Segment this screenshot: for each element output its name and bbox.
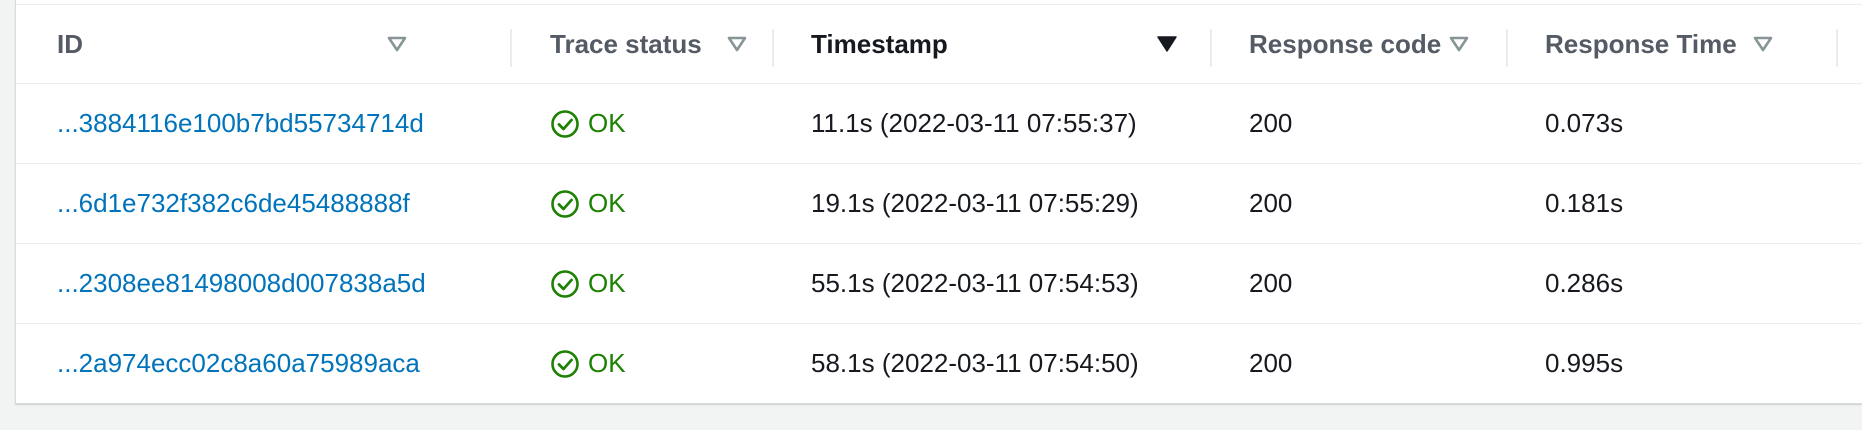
column-header-id-label: ID: [57, 28, 83, 59]
response-code-cell: 200: [1249, 268, 1293, 298]
response-code-cell: 200: [1249, 108, 1293, 138]
trace-id-link[interactable]: ...3884116e100b7bd55734714d: [57, 108, 424, 139]
trace-id-link[interactable]: ...2a974ecc02c8a60a75989aca: [57, 348, 420, 379]
timestamp-cell: 58.1s (2022-03-11 07:54:50): [811, 348, 1139, 378]
column-divider[interactable]: [1210, 29, 1212, 67]
status-cell: OK: [550, 244, 626, 323]
trace-id-link[interactable]: ...2308ee81498008d007838a5d: [57, 268, 426, 299]
column-divider[interactable]: [1506, 29, 1508, 67]
trace-id-link[interactable]: ...6d1e732f382c6de45488888f: [57, 188, 410, 219]
check-circle-icon: [550, 109, 580, 139]
column-header-trace-status-label: Trace status: [550, 28, 702, 59]
traces-table: ID Trace status Timestamp Response code: [15, 0, 1862, 404]
table-row: ...2308ee81498008d007838a5d OK 55.1s (20…: [16, 244, 1862, 324]
table-row: ...2a974ecc02c8a60a75989aca OK 58.1s (20…: [16, 324, 1862, 403]
column-header-response-time-label: Response Time: [1545, 28, 1737, 59]
column-header-id[interactable]: ID: [57, 5, 83, 83]
column-header-timestamp-label: Timestamp: [811, 28, 948, 59]
sort-trace-status-icon[interactable]: [726, 5, 748, 83]
check-circle-icon: [550, 269, 580, 299]
status-text: OK: [588, 188, 626, 218]
id-cell: ...6d1e732f382c6de45488888f: [57, 164, 410, 243]
sort-id-icon[interactable]: [386, 5, 408, 83]
response-code-cell: 200: [1249, 188, 1293, 218]
response-time-cell: 0.073s: [1545, 108, 1624, 138]
status-cell: OK: [550, 84, 626, 163]
status-cell: OK: [550, 324, 626, 403]
status-text: OK: [588, 108, 626, 138]
table-row: ...3884116e100b7bd55734714d OK 11.1s (20…: [16, 84, 1862, 164]
check-circle-icon: [550, 189, 580, 219]
timestamp-cell: 19.1s (2022-03-11 07:55:29): [811, 188, 1139, 218]
check-circle-icon: [550, 349, 580, 379]
column-header-response-code-label: Response code: [1249, 28, 1442, 59]
column-divider[interactable]: [510, 29, 512, 67]
response-time-cell: 0.181s: [1545, 188, 1624, 218]
table-row: ...6d1e732f382c6de45488888f OK 19.1s (20…: [16, 164, 1862, 244]
id-cell: ...2a974ecc02c8a60a75989aca: [57, 324, 420, 403]
column-divider[interactable]: [1836, 29, 1838, 67]
sort-timestamp-icon[interactable]: [1156, 5, 1178, 83]
sort-response-time-icon[interactable]: [1752, 5, 1774, 83]
response-code-cell: 200: [1249, 348, 1293, 378]
column-header-trace-status[interactable]: Trace status: [550, 5, 702, 83]
status-text: OK: [588, 268, 626, 298]
column-header-response-time[interactable]: Response Time: [1545, 5, 1737, 83]
timestamp-cell: 55.1s (2022-03-11 07:54:53): [811, 268, 1139, 298]
id-cell: ...3884116e100b7bd55734714d: [57, 84, 424, 163]
id-cell: ...2308ee81498008d007838a5d: [57, 244, 426, 323]
table-header: ID Trace status Timestamp Response code: [16, 5, 1862, 84]
timestamp-cell: 11.1s (2022-03-11 07:55:37): [811, 108, 1137, 138]
column-header-response-code[interactable]: Response code: [1249, 5, 1441, 83]
response-time-cell: 0.995s: [1545, 348, 1624, 378]
sort-response-code-icon[interactable]: [1448, 5, 1470, 83]
status-cell: OK: [550, 164, 626, 243]
status-text: OK: [588, 348, 626, 378]
column-divider[interactable]: [772, 29, 774, 67]
response-time-cell: 0.286s: [1545, 268, 1624, 298]
column-header-timestamp[interactable]: Timestamp: [811, 5, 948, 83]
